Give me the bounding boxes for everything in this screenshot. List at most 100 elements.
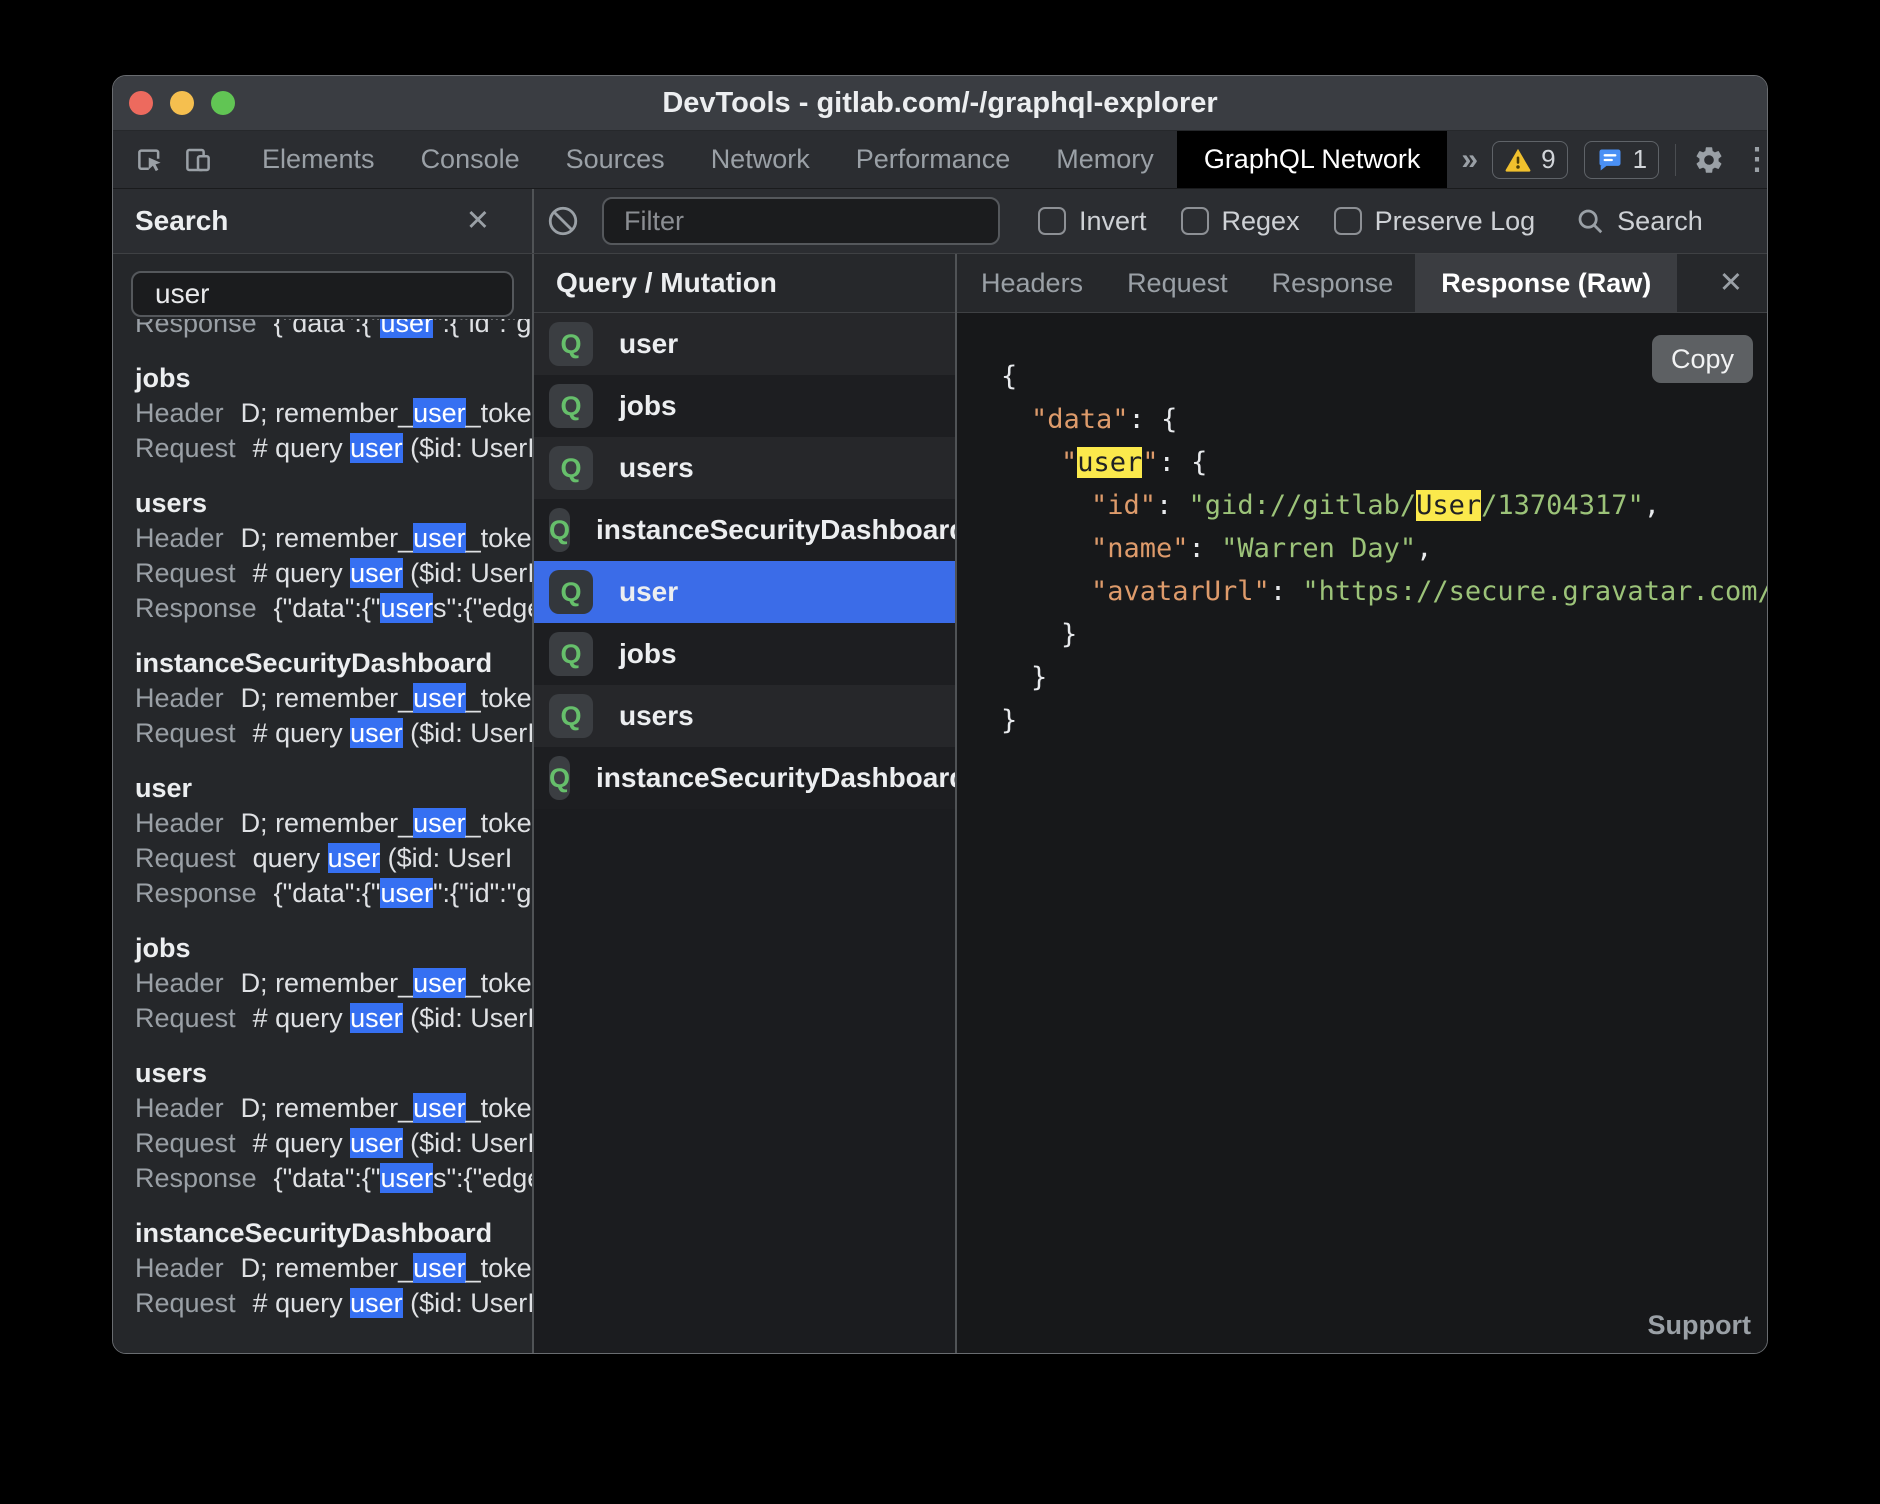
tab-graphql-network[interactable]: GraphQL Network [1177, 131, 1448, 188]
json-token: "gid://gitlab/ [1189, 490, 1417, 521]
issues-badge[interactable]: 1 [1584, 141, 1659, 179]
message-icon [1596, 146, 1624, 174]
search-result-text: s":{"edges [433, 593, 532, 623]
search-result-line[interactable]: Request# query user ($id: UserI [135, 1286, 532, 1321]
query-type-badge: Q [549, 632, 593, 676]
search-result-text: {"data":{" [274, 319, 381, 338]
query-list-item-jobs[interactable]: Qjobs [534, 375, 955, 437]
search-result-group: Response{"data":{"user":{"id":"gi [135, 319, 532, 341]
search-result-line[interactable]: HeaderD; remember_user_token=e [135, 806, 532, 841]
tab-performance[interactable]: Performance [833, 131, 1034, 188]
json-token: } [1001, 705, 1017, 736]
tab-response-raw[interactable]: Response (Raw) [1415, 254, 1677, 312]
search-result-group-title[interactable]: jobs [135, 931, 532, 966]
query-list-item-jobs[interactable]: Qjobs [534, 623, 955, 685]
json-token: , [1644, 490, 1660, 521]
search-result-group: usersHeaderD; remember_user_token=eReque… [135, 1056, 532, 1196]
json-token: : [1129, 404, 1162, 435]
search-result-line[interactable]: Request# query user ($id: UserI [135, 556, 532, 591]
search-result-line[interactable]: Response{"data":{"user":{"id":"gi [135, 319, 532, 341]
warning-icon [1504, 146, 1532, 174]
search-result-group-title[interactable]: user [135, 771, 532, 806]
json-line: "user": { [1001, 441, 1767, 484]
query-list-item-users[interactable]: Qusers [534, 685, 955, 747]
tab-headers[interactable]: Headers [959, 254, 1105, 312]
checkbox-box-regex[interactable] [1181, 207, 1209, 235]
close-window-button[interactable] [129, 91, 153, 115]
json-line: "name": "Warren Day", [1001, 527, 1767, 570]
search-result-label: Response [135, 878, 257, 908]
checkbox-invert[interactable]: Invert [1038, 206, 1147, 237]
search-result-label: Request [135, 1128, 236, 1158]
query-list-item-user[interactable]: Quser [534, 561, 955, 623]
search-match-highlight: user [350, 1288, 403, 1318]
tab-console[interactable]: Console [398, 131, 543, 188]
search-result-group-title[interactable]: users [135, 1056, 532, 1091]
query-list-item-instancesecuritydashboard[interactable]: QinstanceSecurityDashboard [534, 747, 955, 809]
json-token: } [1061, 619, 1077, 650]
search-result-group: jobsHeaderD; remember_user_token=eReques… [135, 361, 532, 466]
tab-elements[interactable]: Elements [239, 131, 398, 188]
search-result-line[interactable]: Request# query user ($id: UserI [135, 716, 532, 751]
search-result-line[interactable]: Response{"data":{"users":{"edges [135, 1161, 532, 1196]
search-result-line[interactable]: HeaderD; remember_user_token=e [135, 1091, 532, 1126]
search-result-text: ":{"id":"gid [433, 878, 532, 908]
json-line: "data": { [1001, 398, 1767, 441]
minimize-window-button[interactable] [170, 91, 194, 115]
checkbox-box-preserve-log[interactable] [1334, 207, 1362, 235]
search-result-text: _token=e [466, 523, 532, 553]
search-input[interactable] [131, 271, 514, 317]
search-result-group-title[interactable]: users [135, 486, 532, 521]
more-options-icon[interactable]: ⋮ [1742, 142, 1762, 177]
search-result-group-title[interactable]: jobs [135, 361, 532, 396]
filter-input[interactable] [602, 197, 1000, 245]
tab-network[interactable]: Network [688, 131, 833, 188]
warnings-badge[interactable]: 9 [1492, 141, 1567, 179]
clear-log-icon[interactable] [546, 204, 580, 238]
zoom-window-button[interactable] [211, 91, 235, 115]
search-result-line[interactable]: HeaderD; remember_user_token=e [135, 681, 532, 716]
query-mutation-header: Query / Mutation [534, 254, 955, 313]
search-result-line[interactable]: Request# query user ($id: UserI [135, 1126, 532, 1161]
checkbox-regex[interactable]: Regex [1181, 206, 1300, 237]
settings-gear-icon[interactable] [1692, 143, 1726, 177]
search-close-icon[interactable]: ✕ [466, 207, 490, 236]
device-toolbar-icon[interactable] [181, 143, 215, 177]
search-result-line[interactable]: HeaderD; remember_user_token=e [135, 396, 532, 431]
response-panel: HeadersRequestResponseResponse (Raw) ✕ Co… [957, 254, 1767, 1353]
tab-response[interactable]: Response [1250, 254, 1416, 312]
query-list-item-label: instanceSecurityDashboard [596, 514, 957, 546]
search-result-text: # query [253, 1288, 351, 1318]
search-result-label: Request [135, 718, 236, 748]
search-result-label: Request [135, 843, 236, 873]
search-result-line[interactable]: Response{"data":{"user":{"id":"gid [135, 876, 532, 911]
toolbar-search-button[interactable]: Search [1575, 206, 1703, 237]
query-list-item-users[interactable]: Qusers [534, 437, 955, 499]
search-result-line[interactable]: HeaderD; remember_user_token=e [135, 521, 532, 556]
search-result-group-title[interactable]: instanceSecurityDashboard [135, 646, 532, 681]
query-list-item-user[interactable]: Quser [534, 313, 955, 375]
toolbar-band: Search ✕ InvertRegexPreserve Log Search [113, 189, 1767, 254]
search-result-group-title[interactable]: instanceSecurityDashboard [135, 1216, 532, 1251]
search-result-line[interactable]: Response{"data":{"users":{"edges [135, 591, 532, 626]
search-result-line[interactable]: HeaderD; remember_user_token=e [135, 966, 532, 1001]
copy-button[interactable]: Copy [1652, 335, 1753, 383]
checkbox-box-invert[interactable] [1038, 207, 1066, 235]
response-close-icon[interactable]: ✕ [1719, 269, 1767, 298]
search-result-line[interactable]: Request# query user ($id: UserI [135, 1001, 532, 1036]
inspect-element-icon[interactable] [133, 143, 167, 177]
search-result-line[interactable]: Request# query user ($id: UserI [135, 431, 532, 466]
title-bar: DevTools - gitlab.com/-/graphql-explorer [113, 76, 1767, 131]
search-result-text: _token=e [466, 1093, 532, 1123]
support-link[interactable]: Support [1648, 1310, 1751, 1341]
search-result-label: Response [135, 319, 257, 338]
more-tabs-icon[interactable]: » [1447, 131, 1492, 188]
tab-request[interactable]: Request [1105, 254, 1250, 312]
tab-memory[interactable]: Memory [1033, 131, 1177, 188]
checkbox-preserve-log[interactable]: Preserve Log [1334, 206, 1536, 237]
search-result-line[interactable]: HeaderD; remember_user_token=e [135, 1251, 532, 1286]
tab-sources[interactable]: Sources [543, 131, 688, 188]
query-list-item-instancesecuritydashboard[interactable]: QinstanceSecurityDashboard [534, 499, 955, 561]
query-list-item-label: users [619, 700, 694, 732]
search-result-line[interactable]: Requestquery user ($id: UserI [135, 841, 532, 876]
